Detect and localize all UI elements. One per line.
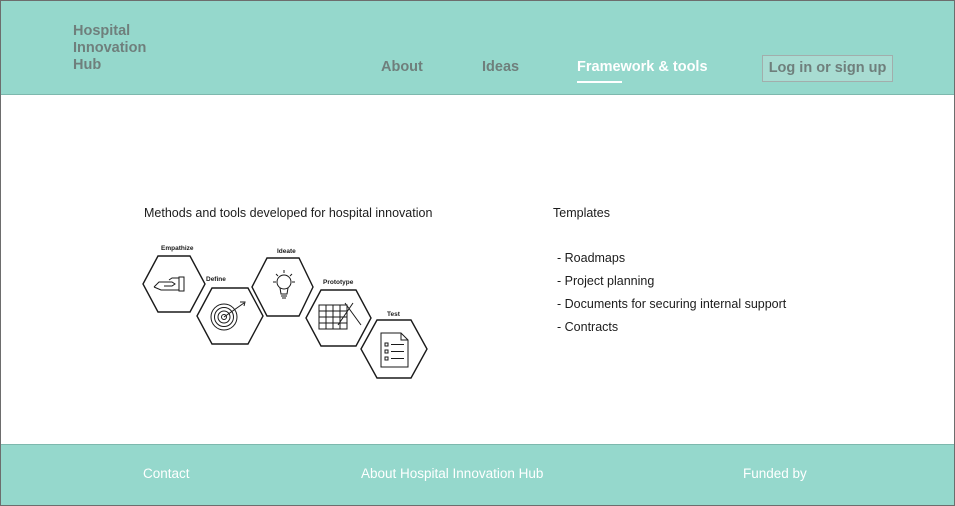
page: Hospital Innovation Hub About Ideas Fram… <box>0 0 955 506</box>
template-item-roadmaps[interactable]: - Roadmaps <box>557 251 786 274</box>
site-header: Hospital Innovation Hub About Ideas Fram… <box>1 1 954 95</box>
define-label: Define <box>206 276 226 283</box>
template-item-contracts[interactable]: - Contracts <box>557 320 786 343</box>
nav-framework-tools[interactable]: Framework & tools <box>577 59 708 75</box>
ideate-step: Ideate <box>251 248 314 317</box>
site-logo[interactable]: Hospital Innovation Hub <box>73 23 183 74</box>
empathize-label: Empathize <box>161 245 194 252</box>
test-step: Test <box>360 311 428 379</box>
nav-ideas[interactable]: Ideas <box>482 59 519 75</box>
template-item-project-planning[interactable]: - Project planning <box>557 274 786 297</box>
site-footer: Contact About Hospital Innovation Hub Fu… <box>1 444 954 505</box>
design-thinking-diagram: Empathize Define Ideate Prototype Test <box>142 245 428 379</box>
footer-contact-link[interactable]: Contact <box>143 466 190 481</box>
login-signup-button[interactable]: Log in or sign up <box>762 55 893 82</box>
prototype-step: Prototype <box>305 279 372 347</box>
footer-funded-by[interactable]: Funded by <box>743 466 807 481</box>
ideate-label: Ideate <box>277 248 296 255</box>
methods-title: Methods and tools developed for hospital… <box>144 206 433 220</box>
test-label: Test <box>387 311 401 318</box>
empathize-step: Empathize <box>142 245 206 313</box>
nav-about[interactable]: About <box>381 59 423 75</box>
footer-about-link[interactable]: About Hospital Innovation Hub <box>361 466 543 481</box>
templates-list: - Roadmaps - Project planning - Document… <box>557 251 786 343</box>
template-item-internal-support-documents[interactable]: - Documents for securing internal suppor… <box>557 297 786 320</box>
prototype-label: Prototype <box>323 279 354 286</box>
templates-title: Templates <box>553 206 610 220</box>
active-nav-underline <box>577 81 622 83</box>
